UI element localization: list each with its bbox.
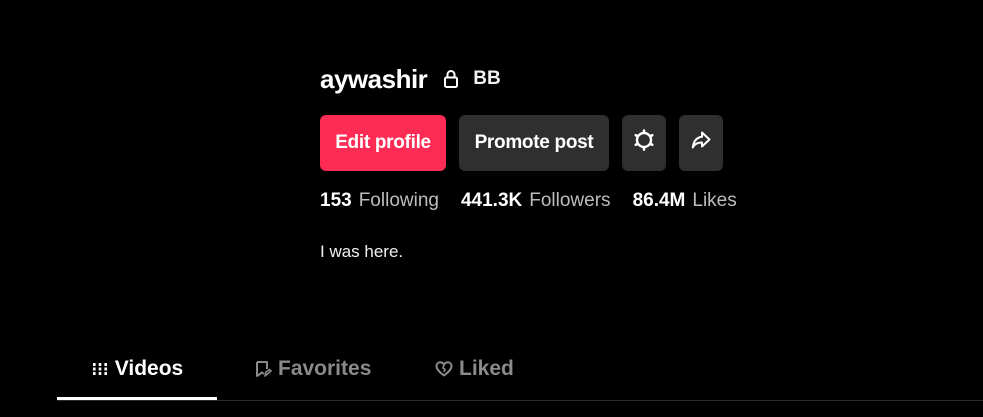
username: aywashir bbox=[320, 63, 428, 94]
stat-following[interactable]: 153 Following bbox=[320, 190, 439, 212]
share-button[interactable] bbox=[679, 115, 723, 171]
nickname: BB bbox=[473, 68, 501, 89]
profile-header: aywashir BB Edit profile Promote post 15… bbox=[320, 60, 737, 261]
stat-label: Followers bbox=[529, 190, 611, 211]
tab-favorites[interactable]: Favorites bbox=[254, 347, 371, 400]
profile-stats: 153 Following 441.3K Followers 86.4M Lik… bbox=[320, 190, 759, 212]
name-row: aywashir BB bbox=[320, 60, 501, 98]
share-icon bbox=[690, 129, 712, 157]
tab-videos[interactable]: Videos bbox=[57, 347, 217, 400]
stat-likes: 86.4M Likes bbox=[633, 190, 737, 212]
settings-button[interactable] bbox=[622, 115, 666, 171]
tab-label: Favorites bbox=[278, 357, 372, 380]
grid-icon bbox=[91, 360, 109, 378]
tab-liked[interactable]: Liked bbox=[435, 347, 514, 400]
action-buttons: Edit profile Promote post bbox=[320, 115, 723, 171]
promote-post-button[interactable]: Promote post bbox=[459, 115, 609, 171]
tab-label: Liked bbox=[459, 357, 514, 380]
edit-profile-button[interactable]: Edit profile bbox=[320, 115, 446, 171]
bio: I was here. bbox=[320, 242, 404, 261]
stat-followers[interactable]: 441.3K Followers bbox=[461, 190, 611, 212]
stat-label: Likes bbox=[692, 190, 737, 211]
stat-value: 153 bbox=[320, 190, 352, 211]
gear-icon bbox=[633, 129, 655, 157]
active-tab-indicator bbox=[57, 397, 217, 400]
stat-label: Following bbox=[358, 190, 439, 211]
tab-label: Videos bbox=[114, 357, 184, 380]
profile-tabs: Videos Favorites Liked bbox=[57, 347, 983, 401]
heart-icon bbox=[435, 360, 453, 378]
profile-page: aywashir BB Edit profile Promote post 15… bbox=[0, 0, 983, 417]
lock-icon bbox=[443, 69, 459, 89]
stat-value: 86.4M bbox=[632, 190, 686, 211]
bookmark-icon bbox=[254, 360, 272, 378]
stat-value: 441.3K bbox=[460, 190, 523, 211]
